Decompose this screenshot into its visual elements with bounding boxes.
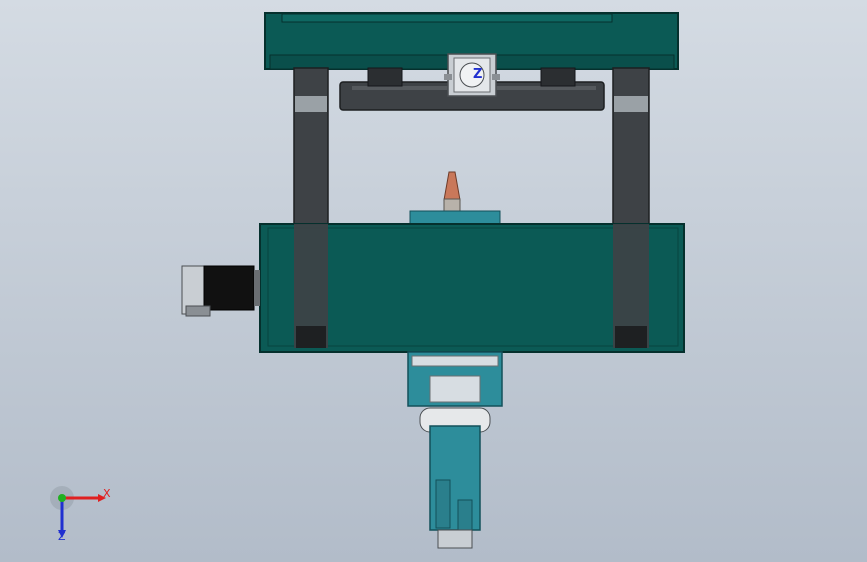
copper-nozzle [409, 171, 501, 226]
cad-viewport[interactable]: X Z Z [0, 0, 867, 562]
vertical-motor [429, 425, 481, 549]
coordinate-triad [50, 486, 106, 538]
x-axis-label: X [103, 487, 111, 500]
y-axis-dot [58, 494, 66, 502]
gantry-assembly [181, 12, 685, 549]
z-axis-mount [444, 53, 500, 97]
main-body [259, 223, 685, 353]
model-z-badge: Z [473, 67, 483, 82]
z-axis-label: Z [58, 530, 66, 543]
lower-bracket [407, 351, 503, 433]
side-stepper-motor [181, 265, 260, 317]
